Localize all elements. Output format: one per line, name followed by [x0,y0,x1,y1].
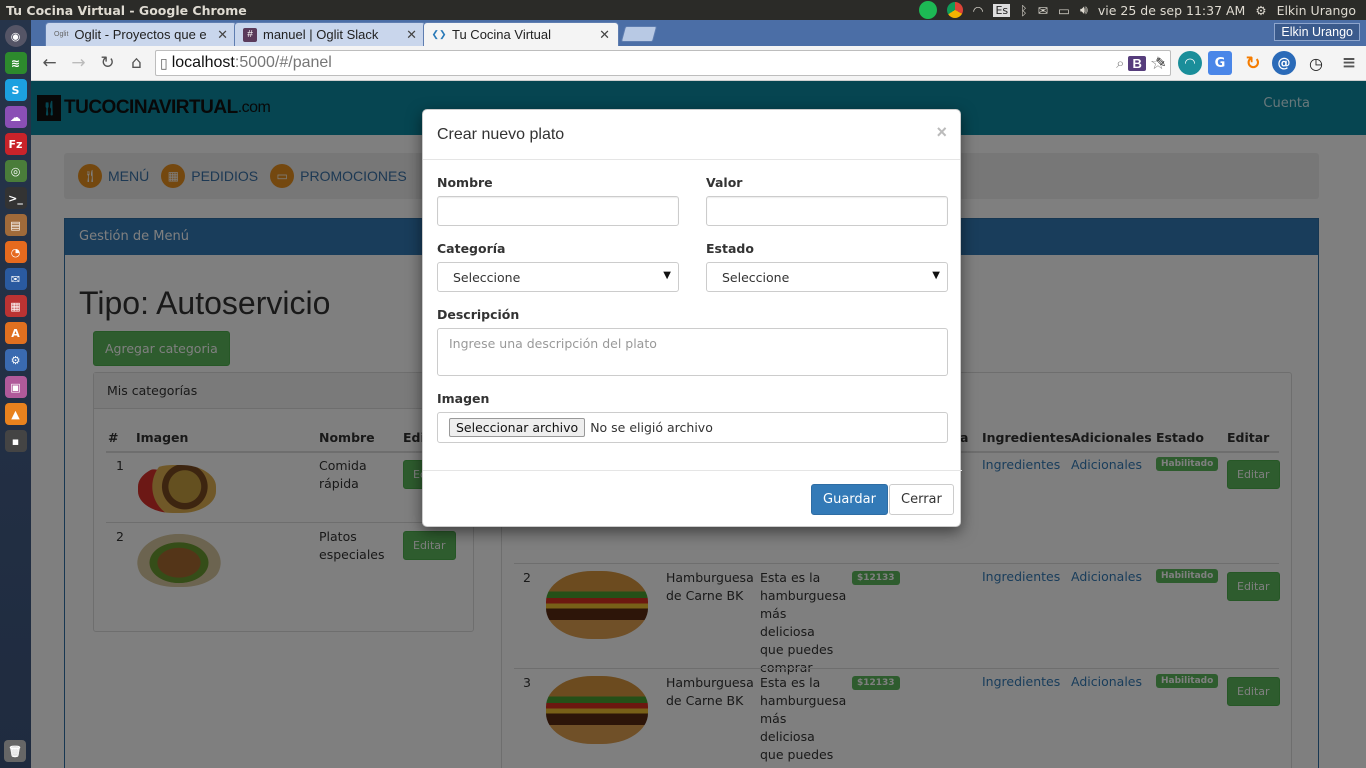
categoria-select[interactable]: Seleccione ▼ [437,262,679,292]
user-name[interactable]: Elkin Urango [1277,3,1356,18]
valor-field[interactable] [706,196,948,226]
pidgin-launcher-icon[interactable]: ☁ [4,106,27,128]
browser-window: Oglit Oglit - Proyectos que e ✕ # manuel… [31,20,1366,768]
firefox-launcher-icon[interactable]: ◔ [4,241,27,263]
chevron-down-icon: ▼ [663,270,671,281]
files-launcher-icon[interactable]: ▤ [4,214,27,236]
page-icon: ▯ [160,54,168,71]
create-plate-modal: Crear nuevo plato × Nombre Valor Categor… [422,109,962,528]
os-top-bar: Tu Cocina Virtual - Google Chrome ◠ Es ᛒ… [0,0,1366,20]
dash-icon[interactable]: ◉ [4,25,27,47]
nombre-label: Nombre [437,175,493,190]
slack-favicon-icon: # [243,27,257,42]
estado-select[interactable]: Seleccione ▼ [706,262,948,292]
close-icon[interactable]: × [936,122,947,143]
new-tab-button[interactable] [620,26,658,42]
bluetooth-icon[interactable]: ᛒ [1020,3,1028,18]
forward-icon[interactable]: → [64,49,93,78]
settings-launcher-icon[interactable]: ⚙ [4,349,27,371]
estado-selected: Seleccione [722,270,790,285]
launcher: ◉ ≋ S ☁ Fz ◎ >_ ▤ ◔ ✉ ▦ A ⚙ ▣ ▲ ▪ 🗑︎ [0,20,31,768]
refresh-extension-icon[interactable]: ↻ [1241,51,1265,75]
profile-button[interactable]: Elkin Urango [1274,23,1360,41]
wifi-icon[interactable]: ◠ [973,3,984,18]
chrome-menu-icon[interactable]: ≡ [1337,51,1361,75]
translate-extension-icon[interactable]: G [1208,51,1232,75]
tab-label: manuel | Oglit Slack [263,27,379,42]
select-file-button[interactable]: Seleccionar archivo [449,418,586,437]
trash-icon[interactable]: 🗑︎ [4,740,26,762]
app-favicon-icon: ❮❯ [431,29,447,39]
close-tab-icon[interactable]: ✕ [599,27,610,43]
filezilla-launcher-icon[interactable]: Fz [4,133,27,155]
chrome-tray-icon[interactable] [946,2,963,18]
file-status: No se eligió archivo [590,420,713,435]
spotify-tray-icon[interactable] [918,1,937,19]
eyedropper-extension-icon[interactable]: ✎ [1149,51,1173,75]
cancel-button[interactable]: Cerrar [889,484,954,515]
modal-title: Crear nuevo plato [437,126,565,143]
close-tab-icon[interactable]: ✕ [406,27,417,43]
skype-launcher-icon[interactable]: S [4,79,27,101]
descripcion-label: Descripción [437,307,520,322]
chevron-down-icon: ▼ [932,270,940,281]
tab-label: Oglit - Proyectos que e [74,27,207,42]
gear-icon[interactable]: ⚙ [1255,3,1266,18]
terminal-launcher-icon[interactable]: >_ [4,187,27,209]
back-icon[interactable]: ← [35,49,64,78]
categoria-label: Categoría [437,241,506,256]
datetime[interactable]: vie 25 de sep 11:37 AM [1098,3,1245,18]
estado-label: Estado [706,241,754,256]
home-icon[interactable]: ⌂ [122,49,151,78]
page-viewport: 🍴︎ TUCOCINAVIRTUAL.com Cuenta 🍴︎ MENÚ ▦ … [31,81,1366,768]
address-bar[interactable]: ▯ localhost:5000/#/panel ⌕ B ☆ [155,50,1171,76]
workspaces-launcher-icon[interactable]: ▣ [4,376,27,398]
tab-label: Tu Cocina Virtual [452,27,551,42]
bootstrap-extension-icon[interactable]: B [1128,56,1146,71]
modal-header: Crear nuevo plato × [423,110,960,160]
save-button[interactable]: Guardar [811,484,888,515]
categoria-selected: Seleccione [453,270,521,285]
terminal2-launcher-icon[interactable]: ▪ [4,430,27,452]
descripcion-textarea[interactable]: Ingrese una descripción del plato [437,328,948,376]
thunderbird-launcher-icon[interactable]: ✉ [4,268,27,290]
mail-icon[interactable]: ✉ [1038,3,1048,18]
vlc-launcher-icon[interactable]: ▲ [4,403,27,425]
system-tray: ◠ Es ᛒ ✉ ▭ 🔊︎ vie 25 de sep 11:37 AM ⚙ E… [918,1,1366,19]
oglit-favicon-icon: Oglit [54,31,69,38]
tab-slack[interactable]: # manuel | Oglit Slack ✕ [234,22,426,46]
tab-oglit[interactable]: Oglit Oglit - Proyectos que e ✕ [45,22,237,46]
volume-icon[interactable]: 🔊︎ [1080,2,1088,18]
calendar-launcher-icon[interactable]: ▦ [4,295,27,317]
imagen-file-input[interactable]: Seleccionar archivo No se eligió archivo [437,412,948,443]
close-tab-icon[interactable]: ✕ [217,27,228,43]
keyboard-layout-indicator[interactable]: Es [993,3,1011,17]
clock-extension-icon[interactable]: ◷ [1304,51,1328,75]
chrome-launcher-icon[interactable]: ◎ [4,160,27,182]
imagen-label: Imagen [437,391,490,406]
nombre-field[interactable] [437,196,679,226]
browser-toolbar: ← → ↻ ⌂ ▯ localhost:5000/#/panel ⌕ B ☆ ✎… [31,46,1366,81]
reload-icon[interactable]: ↻ [93,49,122,78]
window-title: Tu Cocina Virtual - Google Chrome [6,2,247,18]
spotify-launcher-icon[interactable]: ≋ [4,52,27,74]
tab-strip: Oglit Oglit - Proyectos que e ✕ # manuel… [31,20,1366,46]
url-host: localhost [171,54,235,71]
tab-tu-cocina-virtual[interactable]: ❮❯ Tu Cocina Virtual ✕ [423,22,619,46]
valor-label: Valor [706,175,743,190]
software-center-launcher-icon[interactable]: A [4,322,27,344]
modal-footer: Guardar Cerrar [423,470,962,528]
wave-extension-icon[interactable]: ◠ [1178,51,1202,75]
url-path: :5000/#/panel [234,54,332,71]
battery-icon[interactable]: ▭ [1058,3,1070,18]
at-extension-icon[interactable]: @ [1272,51,1296,75]
search-icon[interactable]: ⌕ [1116,55,1124,72]
